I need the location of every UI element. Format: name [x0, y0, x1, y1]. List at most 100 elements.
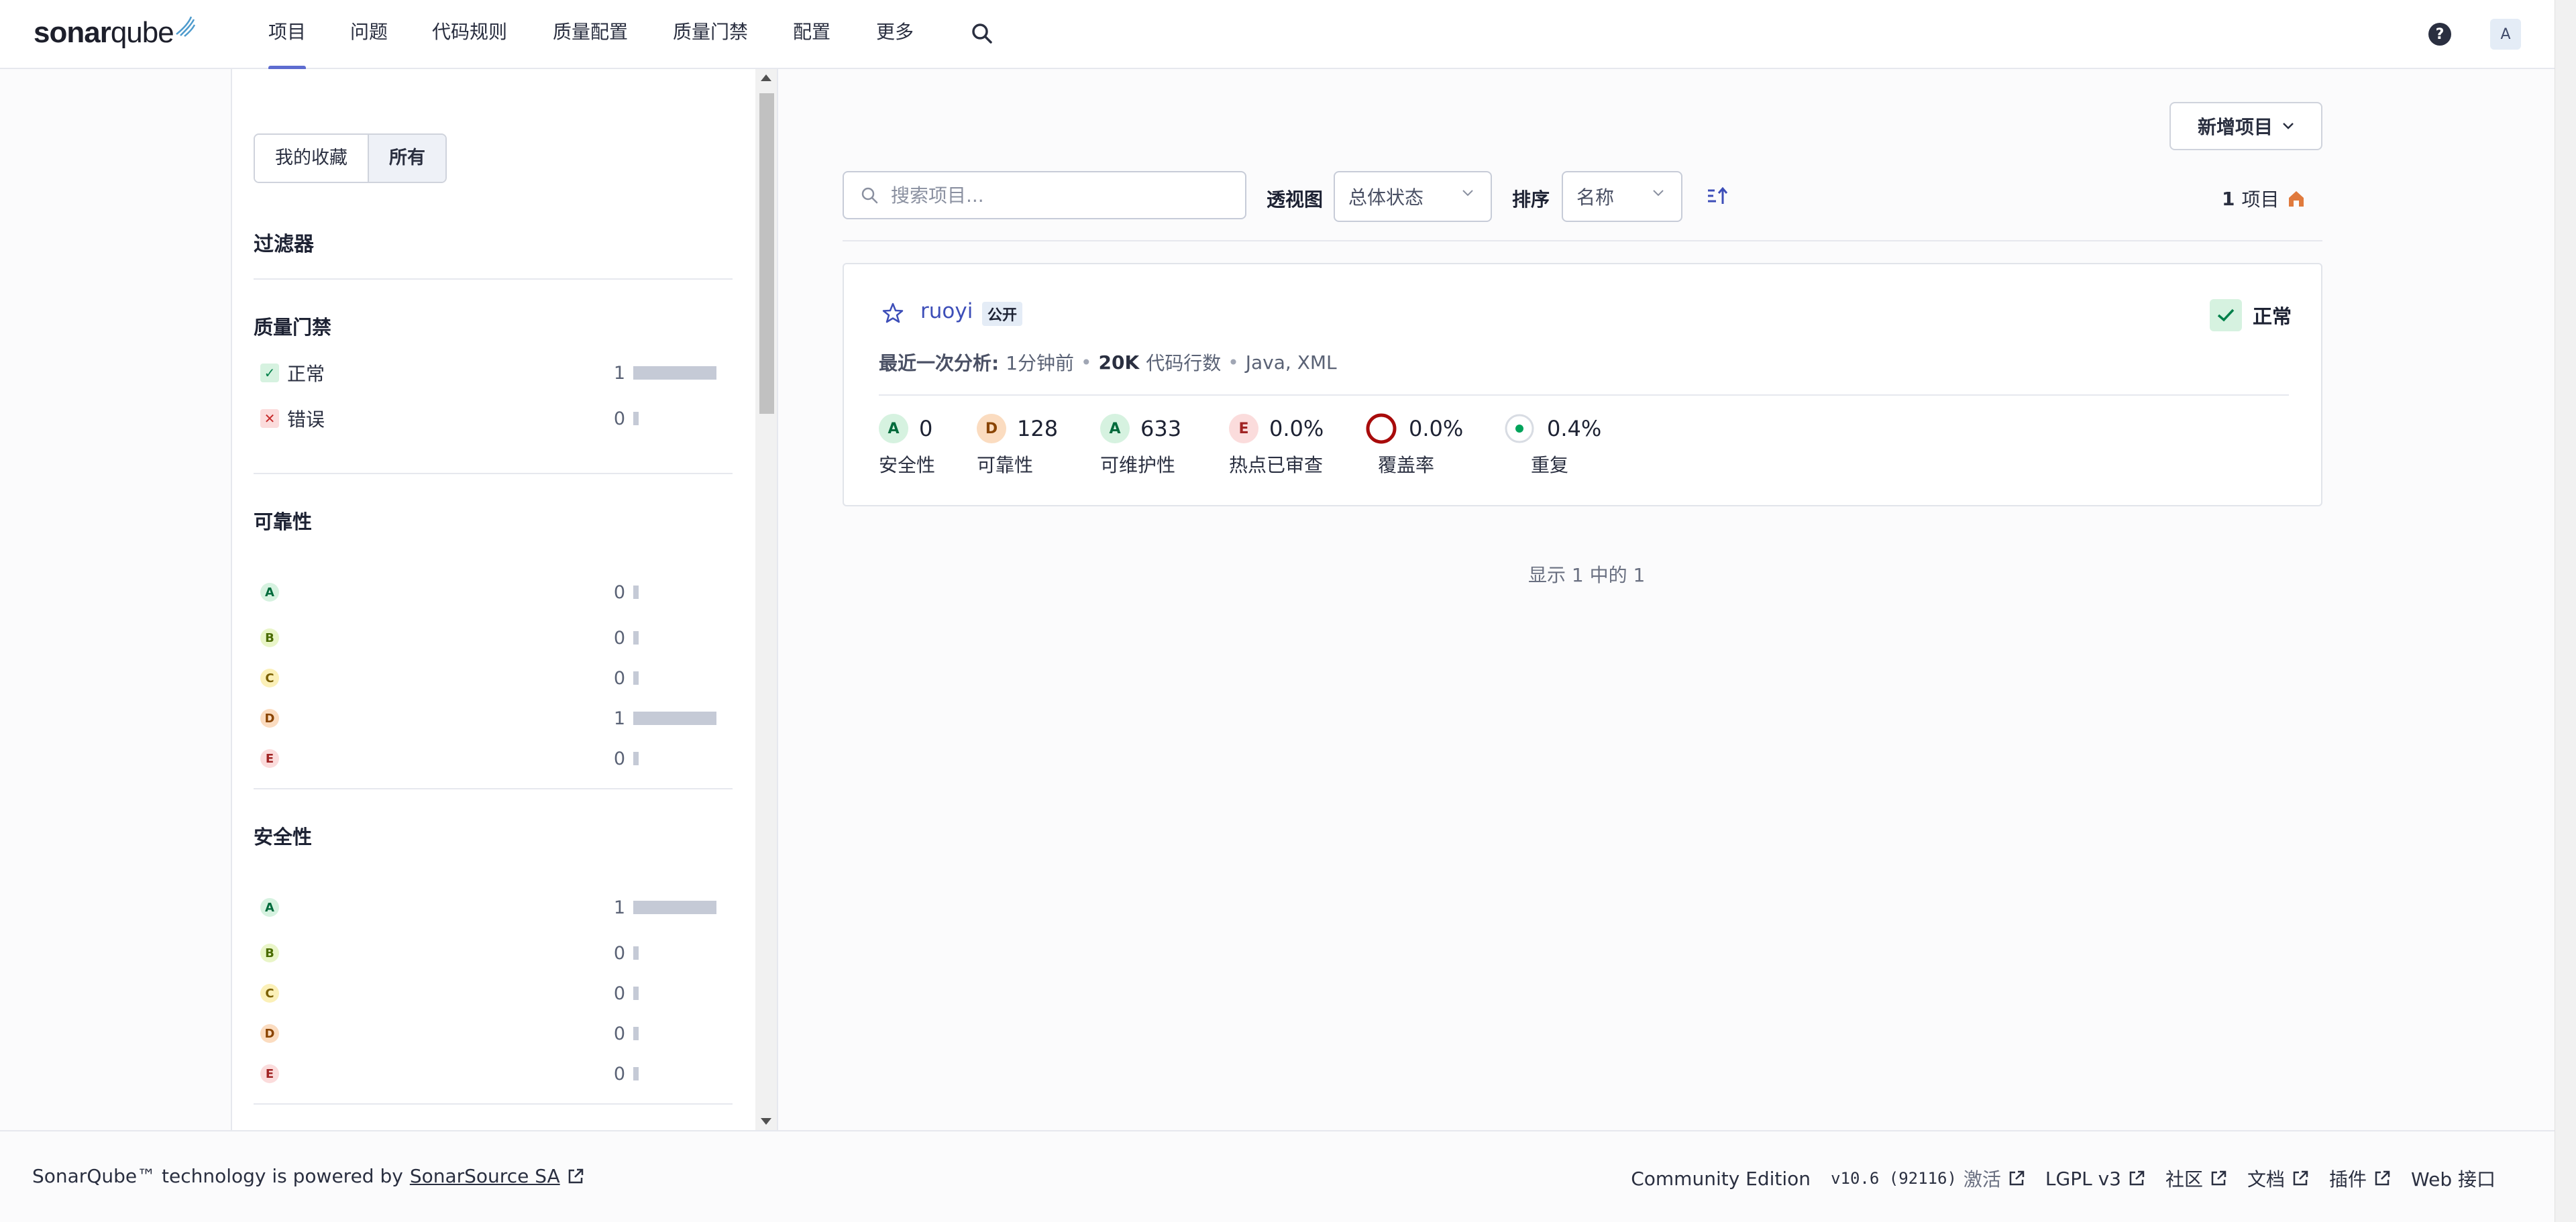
scroll-up-arrow-icon[interactable] [761, 74, 771, 81]
facet-quality-gate-ok[interactable]: ✓ 正常 1 [260, 359, 733, 386]
nav-more[interactable]: 更多 [876, 19, 914, 69]
project-count-unit: 项目 [2241, 188, 2279, 211]
cross-icon: ✕ [260, 409, 279, 428]
favorite-star-icon[interactable] [881, 302, 904, 327]
nav-issues[interactable]: 问题 [350, 19, 388, 69]
nav-quality-gates[interactable]: 质量门禁 [673, 19, 748, 69]
docs-link[interactable]: 文档 [2247, 1165, 2309, 1192]
metric-label: 重复 [1531, 454, 1569, 476]
metric-coverage[interactable]: 0.0% 覆盖率 [1364, 410, 1463, 478]
toggle-all[interactable]: 所有 [368, 135, 445, 182]
filters-title: 过滤器 [254, 233, 314, 256]
scroll-down-arrow-icon[interactable] [761, 1118, 771, 1125]
favorites-all-toggle: 我的收藏 所有 [254, 133, 447, 183]
edition-text: Community Edition [1631, 1167, 1811, 1190]
metric-label: 安全性 [879, 454, 936, 476]
perspective-value: 总体状态 [1348, 186, 1424, 209]
rating-badge: A [260, 898, 279, 917]
external-link-icon [568, 1168, 583, 1183]
filters-sidebar: 我的收藏 所有 过滤器 质量门禁 ✓ 正常 1 ✕ 错误 0 可靠性 A0B0C… [231, 69, 778, 1130]
top-navigation: sonarqube 项目 问题 代码规则 质量配置 质量门禁 配置 更多 ? A [0, 0, 2555, 70]
nav-search-icon[interactable] [970, 21, 994, 48]
community-link[interactable]: 社区 [2165, 1165, 2227, 1192]
facet-bar [633, 1067, 639, 1080]
metric-maintainability[interactable]: A 633 可维护性 [1100, 410, 1181, 478]
facet-security-e[interactable]: E0 [260, 1060, 733, 1087]
metric-value: 0 [919, 416, 933, 441]
facet-count: 1 [613, 362, 625, 384]
rating-badge: D [977, 414, 1006, 443]
web-api-link[interactable]: Web 接口 [2411, 1165, 2496, 1192]
community-text: 社区 [2165, 1168, 2204, 1190]
chevron-down-icon [1462, 190, 1473, 197]
facet-security-d[interactable]: D0 [260, 1020, 733, 1047]
facet-bar [633, 412, 639, 425]
facet-reliability-e[interactable]: E0 [260, 745, 733, 772]
security-facet-title[interactable]: 安全性 [254, 822, 312, 850]
facet-count: 0 [613, 1063, 625, 1085]
project-meta: 最近一次分析: 1分钟前 • 20K 代码行数 • Java, XML [879, 349, 1337, 376]
license-link[interactable]: LGPL v3 [2045, 1168, 2145, 1190]
reliability-facet-title[interactable]: 可靠性 [254, 506, 312, 535]
help-icon[interactable]: ? [2428, 23, 2451, 46]
facet-bar [633, 712, 716, 725]
status-text: 正常 [2253, 305, 2292, 328]
project-name-link[interactable]: ruoyi [920, 299, 973, 323]
sort-select[interactable]: 名称 [1562, 171, 1682, 222]
scrollbar-thumb[interactable] [759, 93, 774, 414]
metric-label: 可维护性 [1100, 454, 1176, 476]
rating-badge: D [260, 1024, 279, 1043]
external-link-icon [2129, 1170, 2145, 1186]
facet-count: 1 [613, 897, 625, 918]
home-icon[interactable] [2286, 188, 2306, 209]
plugins-link[interactable]: 插件 [2329, 1165, 2391, 1192]
perspective-select[interactable]: 总体状态 [1334, 171, 1492, 222]
sonarsource-link[interactable]: SonarSource SA [410, 1165, 560, 1187]
external-link-icon [2375, 1170, 2390, 1186]
nav-rules[interactable]: 代码规则 [432, 19, 507, 69]
metric-reliability[interactable]: D 128 可靠性 [977, 410, 1058, 478]
divider [254, 1103, 733, 1105]
facet-reliability-d[interactable]: D1 [260, 705, 733, 732]
divider [879, 394, 2289, 396]
languages: Java, XML [1245, 351, 1337, 374]
metric-hotspots-reviewed[interactable]: E 0.0% 热点已审查 [1229, 410, 1324, 478]
powered-by-text: SonarQube™ technology is powered by [32, 1165, 403, 1187]
new-project-button[interactable]: 新增项目 [2169, 102, 2322, 150]
facet-count: 1 [613, 708, 625, 729]
separator-dot: • [1228, 351, 1239, 374]
toggle-favorites[interactable]: 我的收藏 [255, 135, 368, 182]
last-analysis-value: 1分钟前 [1006, 352, 1075, 374]
facet-security-c[interactable]: C0 [260, 980, 733, 1007]
facet-bar [633, 901, 716, 914]
nav-administration[interactable]: 配置 [793, 19, 830, 69]
rating-badge: E [260, 1064, 279, 1083]
facet-reliability-c[interactable]: C0 [260, 665, 733, 691]
facet-security-b[interactable]: B0 [260, 940, 733, 966]
version-text: v10.6 (92116) [1831, 1169, 1957, 1188]
page-scrollbar[interactable] [2555, 0, 2576, 1222]
metric-security[interactable]: A 0 安全性 [879, 410, 935, 478]
sonarqube-logo[interactable]: sonarqube [34, 9, 195, 56]
rating-badge: D [260, 709, 279, 728]
nav-projects[interactable]: 项目 [268, 19, 307, 70]
sort-direction-icon[interactable] [1705, 185, 1729, 211]
facet-quality-gate-error[interactable]: ✕ 错误 0 [260, 405, 733, 432]
metric-duplication[interactable]: 0.4% 重复 [1503, 410, 1601, 478]
facet-reliability-b[interactable]: B0 [260, 624, 733, 651]
metric-label: 覆盖率 [1378, 454, 1435, 476]
quality-gate-facet-title[interactable]: 质量门禁 [254, 312, 331, 340]
user-avatar[interactable]: A [2490, 19, 2521, 50]
facet-security-a[interactable]: A1 [260, 894, 733, 921]
footer: SonarQube™ technology is powered by Sona… [0, 1130, 2555, 1222]
check-icon: ✓ [260, 364, 279, 382]
version-info[interactable]: v10.6 (92116) 激活 [1831, 1165, 2025, 1192]
facet-bar [633, 987, 639, 1000]
project-search-input[interactable] [891, 184, 1226, 207]
plugins-text: 插件 [2329, 1168, 2367, 1190]
nav-quality-profiles[interactable]: 质量配置 [553, 19, 628, 69]
facet-reliability-a[interactable]: A0 [260, 579, 733, 606]
sidebar-scrollbar[interactable] [755, 69, 777, 1130]
project-count: 1 项目 [2222, 185, 2306, 212]
external-link-icon [2211, 1170, 2226, 1186]
